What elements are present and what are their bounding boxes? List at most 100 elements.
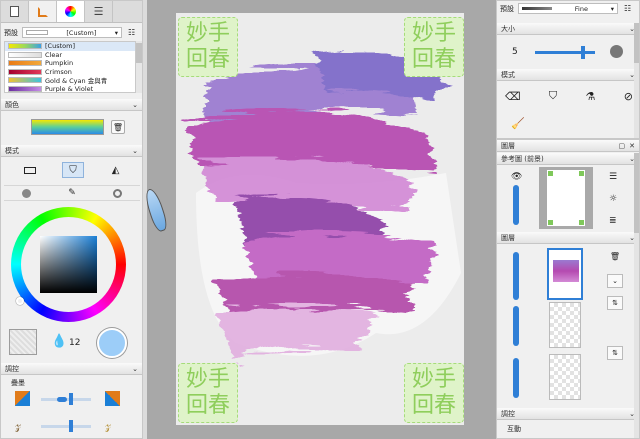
gradient-list-item[interactable]: Pumpkin <box>5 59 135 68</box>
color-section-header[interactable]: 顏色 ⌄ <box>1 99 142 111</box>
delete-gradient-button[interactable]: 🗑 <box>111 120 125 134</box>
canvas-paper[interactable]: 妙手 回春 妙手 回春 妙手 回春 妙手 回春 <box>176 13 464 425</box>
brush-preset-value: Fine <box>574 4 588 13</box>
layer-1-thumbnail[interactable] <box>547 248 583 300</box>
layer-2-thumbnail[interactable] <box>549 302 581 348</box>
watermark-line2: 回春 <box>411 47 456 72</box>
list-icon[interactable]: ☰ <box>609 172 617 182</box>
blend-high-icon <box>105 391 120 406</box>
twist-high-icon: 𝓏 <box>105 418 112 433</box>
saturation-value-square[interactable] <box>40 236 97 293</box>
brush-cursor-icon <box>142 186 170 234</box>
dropper-icon[interactable]: ✎ <box>68 188 76 198</box>
gradient-list: [Custom] Clear Pumpkin Crimson Gold & Cyan 金… <box>4 41 136 93</box>
reference-thumbnail[interactable] <box>539 167 593 229</box>
trash-icon: 🗑 <box>609 251 621 261</box>
eye-icon[interactable]: 👁 <box>511 172 522 182</box>
reference-section-title: 參考圖 (前景) <box>501 154 544 163</box>
eraser-icon[interactable]: ⌫ <box>505 90 521 103</box>
broom-icon[interactable]: 🧹 <box>511 117 525 130</box>
gradient-name: Purple & Violet <box>45 84 94 93</box>
layer-2-opacity-slider[interactable] <box>513 306 519 346</box>
layer-3-thumbnail[interactable] <box>549 354 581 400</box>
rectangle-icon <box>24 166 37 174</box>
opacity-value: 12 <box>69 338 81 348</box>
chevron-down-icon: ⌄ <box>132 364 138 373</box>
adjust-section-header[interactable]: 調控 ⌄ <box>1 363 142 375</box>
circle-target-icon[interactable] <box>112 188 122 198</box>
size-slider[interactable] <box>535 46 595 59</box>
size-section-header[interactable]: 大小 ⌄ <box>497 23 639 35</box>
cup-icon[interactable]: ⛉ <box>549 89 557 103</box>
layers-section-title: 圖層 <box>501 233 515 242</box>
merge-layer-button[interactable]: ⇅ <box>607 296 623 310</box>
layer-3-opacity-slider[interactable] <box>513 358 519 398</box>
twist-slider[interactable] <box>41 420 91 432</box>
adjust-section-title: 調控 <box>5 364 19 373</box>
brush-preset-label: 預設 <box>500 4 514 13</box>
twist-low-icon: 𝓏 <box>15 418 22 433</box>
minimize-icon[interactable]: ▢ <box>619 142 626 150</box>
watermark-bottom-right: 妙手 回春 <box>404 363 464 423</box>
layers-icon[interactable]: ≣ <box>609 216 617 226</box>
blend-low-icon <box>15 391 30 406</box>
reference-opacity-slider[interactable] <box>513 185 519 225</box>
gradient-list-scrollbar[interactable] <box>136 41 142 93</box>
list-view-icon[interactable]: ☷ <box>128 28 135 37</box>
bottle-icon[interactable]: ⚗ <box>586 90 596 103</box>
brush-preset-select[interactable]: Fine ▾ <box>518 3 618 14</box>
watermark-line1: 妙手 <box>185 21 230 46</box>
stack-slider-handle[interactable] <box>69 393 73 405</box>
reference-section-header[interactable]: 參考圖 (前景) ⌄ <box>497 153 639 165</box>
gradient-preset-select[interactable]: [Custom] ▾ <box>22 27 122 38</box>
gradient-name: [Custom] <box>45 42 75 51</box>
brush-mode-section-header[interactable]: 模式 ⌄ <box>497 69 639 81</box>
move-layer-button[interactable]: ⇅ <box>607 346 623 360</box>
hue-handle[interactable] <box>16 297 24 305</box>
tab-color[interactable] <box>57 1 85 22</box>
watermark-line2: 回春 <box>411 393 456 418</box>
gradient-preset-swatch <box>26 30 48 35</box>
brush-panel-scrollbar[interactable] <box>634 23 639 138</box>
layers-panel-titlebar: 圖層 ▢ ✕ <box>497 140 639 152</box>
size-slider-handle[interactable] <box>581 46 585 59</box>
watermark-bottom-left: 妙手 回春 <box>178 363 238 423</box>
gradient-list-item[interactable]: [Custom] <box>5 42 135 51</box>
stack-label: 疊墨 <box>11 379 25 387</box>
gradient-list-item[interactable]: Purple & Violet <box>5 84 135 93</box>
layers-panel-scrollbar[interactable] <box>634 153 639 438</box>
page-icon <box>10 6 19 17</box>
swap-arrows-icon: ⇅ <box>612 349 618 357</box>
close-icon[interactable]: ✕ <box>629 142 635 150</box>
brush-size-dot <box>610 45 623 58</box>
color-wheel[interactable] <box>11 207 126 322</box>
lightbulb-icon[interactable]: ☼ <box>609 194 617 204</box>
symmetry-mode-button[interactable]: ◭ <box>105 162 127 178</box>
color-section-title: 顏色 <box>5 100 19 109</box>
stack-slider[interactable] <box>41 393 91 405</box>
mirror-icon: ◭ <box>111 164 120 176</box>
list-view-icon[interactable]: ☷ <box>624 4 631 13</box>
size-section-title: 大小 <box>501 24 515 33</box>
current-gradient-bar[interactable] <box>31 119 104 135</box>
layers-section-header[interactable]: 圖層 ⌄ <box>497 232 639 244</box>
collapse-layers-button[interactable]: ⌄ <box>607 274 623 288</box>
texture-swatch[interactable] <box>9 329 37 355</box>
tab-crop[interactable] <box>29 1 57 22</box>
tab-menu[interactable]: ☰ <box>85 1 113 22</box>
layer-1-opacity-slider[interactable] <box>513 252 519 300</box>
brush-mode-button[interactable]: ⛉ <box>61 162 84 178</box>
tab-canvas[interactable] <box>1 1 29 22</box>
gradient-list-item[interactable]: Clear <box>5 51 135 60</box>
layer-adjust-section-header[interactable]: 調控 ⌄ <box>497 408 639 420</box>
canvas-area[interactable]: 妙手 回春 妙手 回春 妙手 回春 妙手 回春 <box>142 0 496 439</box>
no-brush-icon[interactable]: ⊘ <box>624 90 633 103</box>
texture-icon[interactable] <box>22 188 32 198</box>
delete-layer-button[interactable]: 🗑 <box>608 249 622 263</box>
rectangle-mode-button[interactable] <box>19 162 41 178</box>
mode-section-header[interactable]: 模式 ⌄ <box>1 145 142 157</box>
preset-label: 預設 <box>4 28 18 37</box>
gradient-list-item[interactable]: Gold & Cyan 金與青 <box>5 76 135 85</box>
twist-slider-handle[interactable] <box>69 420 73 432</box>
current-color-swatch[interactable] <box>97 328 127 358</box>
